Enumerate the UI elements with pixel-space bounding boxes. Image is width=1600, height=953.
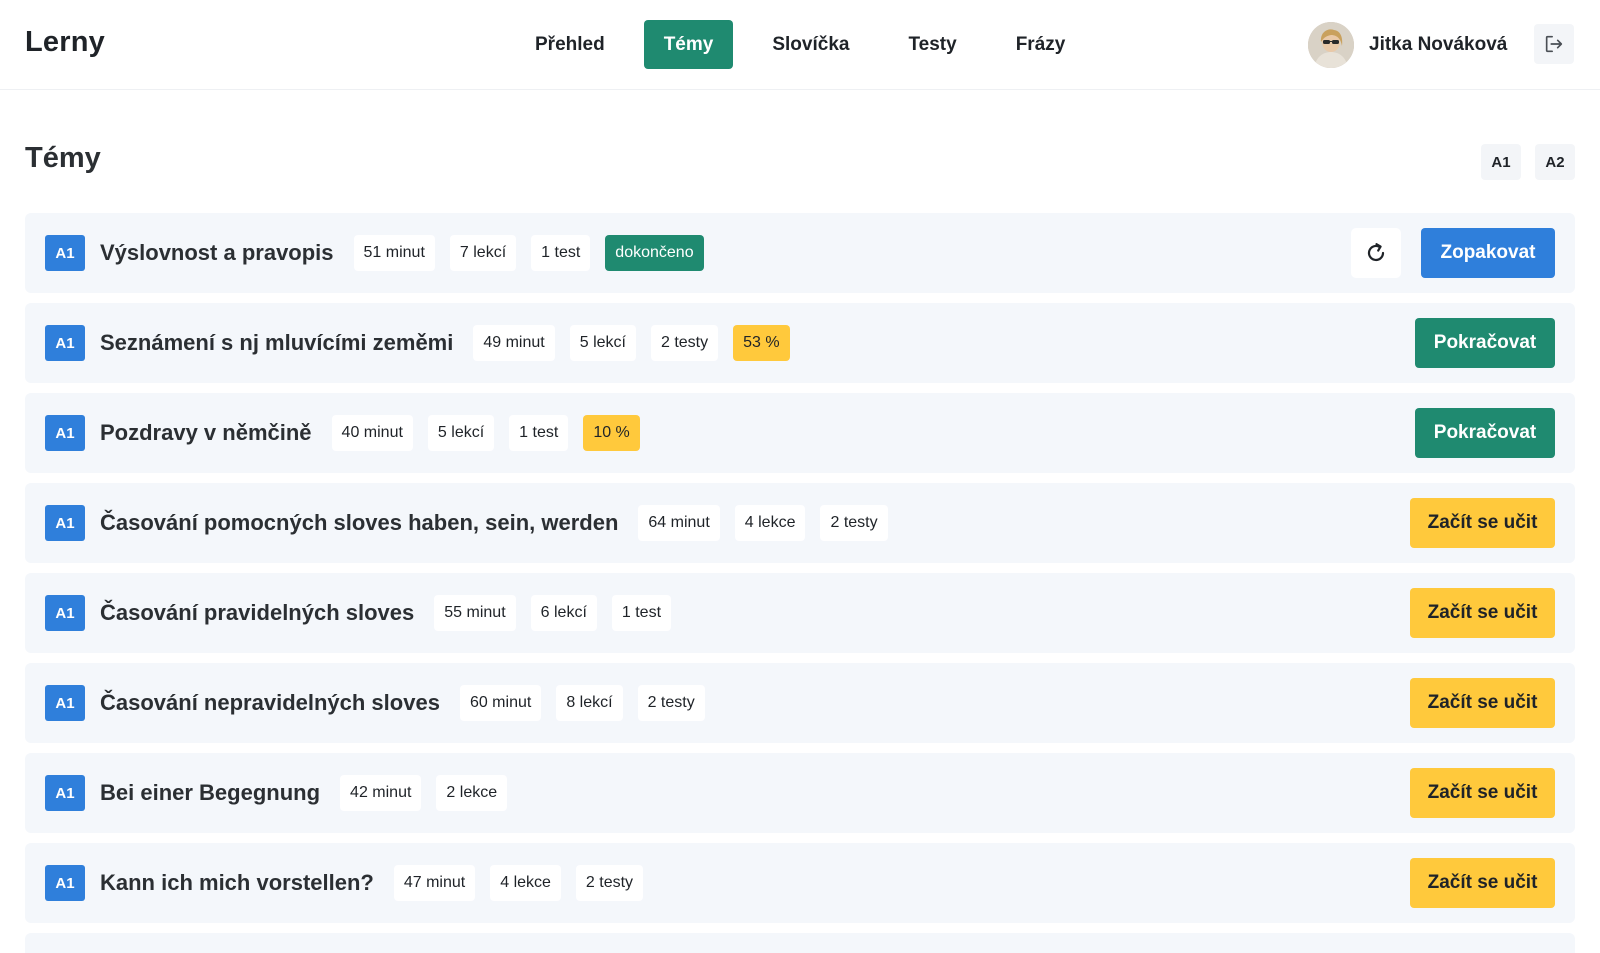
tests-chip: 2 testy: [650, 325, 719, 361]
tests-chip: 2 testy: [575, 865, 644, 901]
tests-chip: 1 test: [531, 235, 591, 271]
topic-title[interactable]: Bei einer Begegnung: [100, 780, 320, 806]
lessons-chip: 7 lekcí: [449, 235, 517, 271]
level-filter-a1[interactable]: A1: [1481, 144, 1521, 180]
nav-item-prehled[interactable]: Přehled: [515, 20, 625, 69]
level-badge: A1: [45, 865, 85, 901]
topic-title[interactable]: Časování pravidelných sloves: [100, 600, 414, 626]
status-badge: dokončeno: [605, 235, 704, 271]
page-title: Témy: [25, 142, 101, 174]
topic-title[interactable]: Časování nepravidelných sloves: [100, 690, 440, 716]
duration-chip: 40 minut: [331, 415, 413, 451]
topic-row: A1 Výslovnost a pravopis 51 minut 7 lekc…: [25, 213, 1575, 293]
topic-row: A1 Pozdravy v němčině 40 minut 5 lekcí 1…: [25, 393, 1575, 473]
lessons-chip: 8 lekcí: [556, 685, 623, 721]
level-badge: A1: [45, 235, 85, 271]
duration-chip: 42 minut: [340, 775, 422, 811]
tests-chip: 1 test: [611, 595, 672, 631]
logout-icon: [1545, 35, 1563, 53]
nav-item-testy[interactable]: Testy: [888, 20, 976, 69]
topic-row: A1 Časování pravidelných sloves 55 minut…: [25, 573, 1575, 653]
lessons-chip: 4 lekce: [490, 865, 561, 901]
zacit-se-ucit-button[interactable]: Začít se učit: [1410, 678, 1555, 728]
duration-chip: 55 minut: [434, 595, 516, 631]
user-name[interactable]: Jitka Nováková: [1369, 34, 1507, 56]
tests-chip: 2 testy: [820, 505, 888, 541]
nav-item-frazy[interactable]: Frázy: [996, 20, 1086, 69]
lessons-chip: 6 lekcí: [530, 595, 597, 631]
duration-chip: 64 minut: [638, 505, 720, 541]
avatar[interactable]: [1308, 22, 1354, 68]
lessons-chip: 2 lekce: [436, 775, 508, 811]
topic-title[interactable]: Seznámení s nj mluvícími zeměmi: [100, 330, 453, 356]
zacit-se-ucit-button[interactable]: Začít se učit: [1410, 588, 1555, 638]
level-badge: A1: [45, 325, 85, 361]
topic-row: A1 Seznámení s nj mluvícími zeměmi 49 mi…: [25, 303, 1575, 383]
topic-row: A1 Bei einer Begegnung 42 minut 2 lekce …: [25, 753, 1575, 833]
level-badge: A1: [45, 415, 85, 451]
tests-chip: 2 testy: [637, 685, 705, 721]
topic-title[interactable]: Kann ich mich vorstellen?: [100, 870, 374, 896]
main-nav: Přehled Témy Slovíčka Testy Frázy: [515, 20, 1104, 69]
level-filter-a2[interactable]: A2: [1535, 144, 1575, 180]
lessons-chip: 5 lekcí: [427, 415, 495, 451]
zacit-se-ucit-button[interactable]: Začít se učit: [1410, 498, 1555, 548]
repeat-button[interactable]: [1351, 228, 1401, 278]
level-badge: A1: [45, 775, 85, 811]
tests-chip: 1 test: [509, 415, 569, 451]
duration-chip: 60 minut: [459, 685, 542, 721]
duration-chip: 47 minut: [393, 865, 476, 901]
topic-row: A1 Časování nepravidelných sloves 60 min…: [25, 663, 1575, 743]
level-badge: A1: [45, 685, 85, 721]
brand-logo[interactable]: Lerny: [25, 26, 105, 59]
zacit-se-ucit-button[interactable]: Začít se učit: [1410, 768, 1555, 818]
topic-title[interactable]: Výslovnost a pravopis: [100, 240, 334, 266]
user-avatar-icon: [1308, 22, 1354, 68]
topic-row-partial: [25, 933, 1575, 953]
level-badge: A1: [45, 595, 85, 631]
topic-row: A1 Časování pomocných sloves haben, sein…: [25, 483, 1575, 563]
topic-title[interactable]: Pozdravy v němčině: [100, 420, 312, 446]
top-navigation-bar: Lerny Přehled Témy Slovíčka Testy Frázy …: [0, 0, 1600, 90]
lessons-chip: 4 lekce: [734, 505, 806, 541]
topic-title[interactable]: Časování pomocných sloves haben, sein, w…: [100, 510, 618, 536]
lessons-chip: 5 lekcí: [569, 325, 636, 361]
user-menu[interactable]: Jitka Nováková: [1308, 22, 1507, 68]
topic-row: A1 Kann ich mich vorstellen? 47 minut 4 …: [25, 843, 1575, 923]
progress-badge: 53 %: [733, 325, 790, 361]
logout-button[interactable]: [1534, 24, 1574, 64]
zacit-se-ucit-button[interactable]: Začít se učit: [1410, 858, 1555, 908]
nav-item-temy[interactable]: Témy: [643, 20, 734, 69]
duration-chip: 51 minut: [353, 235, 435, 271]
nav-item-slovicka[interactable]: Slovíčka: [752, 20, 869, 69]
duration-chip: 49 minut: [473, 325, 555, 361]
refresh-icon: [1367, 243, 1385, 262]
zopakovat-button[interactable]: Zopakovat: [1421, 228, 1555, 278]
level-badge: A1: [45, 505, 85, 541]
pokracovat-button[interactable]: Pokračovat: [1415, 408, 1555, 458]
pokracovat-button[interactable]: Pokračovat: [1415, 318, 1555, 368]
progress-badge: 10 %: [583, 415, 640, 451]
